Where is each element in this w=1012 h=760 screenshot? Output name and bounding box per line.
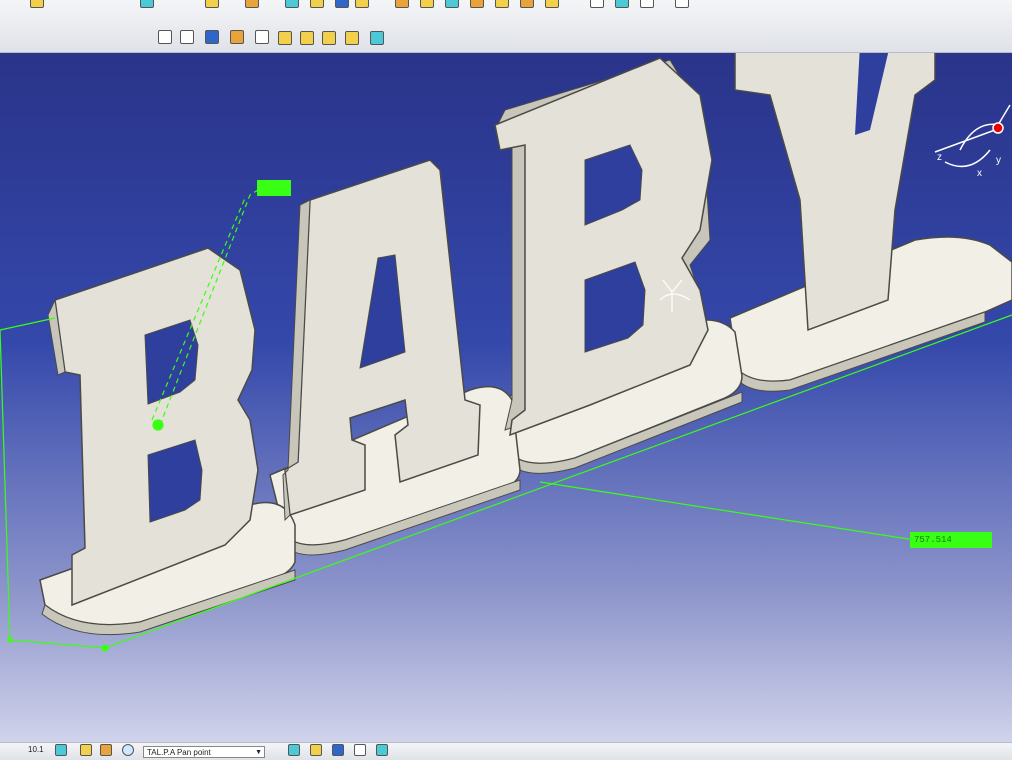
axis-label-z: z [937,152,942,163]
dimension-tag-right[interactable]: 757.514 [910,532,992,548]
toolbar-icon-4[interactable] [245,0,259,8]
toolbar-icon-9[interactable] [395,0,409,8]
draft-icon[interactable] [322,31,336,45]
toolbar-icon-18[interactable] [640,0,654,8]
toolbar-icon-3[interactable] [205,0,219,8]
rotate-icon[interactable] [370,31,384,45]
view-icon[interactable] [376,744,388,756]
measure-icon[interactable] [332,744,344,756]
toolbar-icon-11[interactable] [445,0,459,8]
toolbar-icon-14[interactable] [520,0,534,8]
bottom-toolbar: 10.1 TAL.P.A Pan point ▼ [0,742,1012,760]
point-type-value: TAL.P.A Pan point [147,748,211,757]
toolbar-icon-5[interactable] [285,0,299,8]
circle-icon[interactable] [122,744,134,756]
plane-icon[interactable] [80,744,92,756]
toolbar-icon-2[interactable] [140,0,154,8]
pocket-icon[interactable] [255,30,269,44]
toolbar-icon-10[interactable] [420,0,434,8]
toolbar-icon-17[interactable] [615,0,629,8]
sketch-bottom-icon[interactable] [55,744,67,756]
sketch-icon[interactable] [158,30,172,44]
mirror-icon[interactable] [345,31,359,45]
toolbar-icon-16[interactable] [590,0,604,8]
toolbar-icon-8[interactable] [355,0,369,8]
pad-icon[interactable] [278,31,292,45]
toolbar-icon-15[interactable] [545,0,559,8]
axis-system-icon[interactable] [310,744,322,756]
axis-label-x: x [977,168,982,179]
revolve-icon[interactable] [300,31,314,45]
point-type-dropdown[interactable]: TAL.P.A Pan point ▼ [143,746,265,758]
toolbar-icon-13[interactable] [495,0,509,8]
toolbar-icon-19[interactable] [675,0,689,8]
top-toolbar [0,0,1012,53]
toolbar-icon-7[interactable] [335,0,349,8]
constraint-icon[interactable] [354,744,366,756]
3d-viewport[interactable]: z x y [0,0,1012,759]
shell-icon[interactable] [230,30,244,44]
snap-icon[interactable] [288,744,300,756]
point-icon[interactable] [100,744,112,756]
coordinate-readout: 10.1 [28,745,44,754]
toolbar-icon-1[interactable] [30,0,44,8]
axis-label-y: y [996,155,1001,166]
fillet-icon[interactable] [180,30,194,44]
dimension-tag-top[interactable] [257,180,291,196]
chamfer-icon[interactable] [205,30,219,44]
toolbar-icon-12[interactable] [470,0,484,8]
toolbar-icon-6[interactable] [310,0,324,8]
chevron-down-icon: ▼ [255,749,262,756]
